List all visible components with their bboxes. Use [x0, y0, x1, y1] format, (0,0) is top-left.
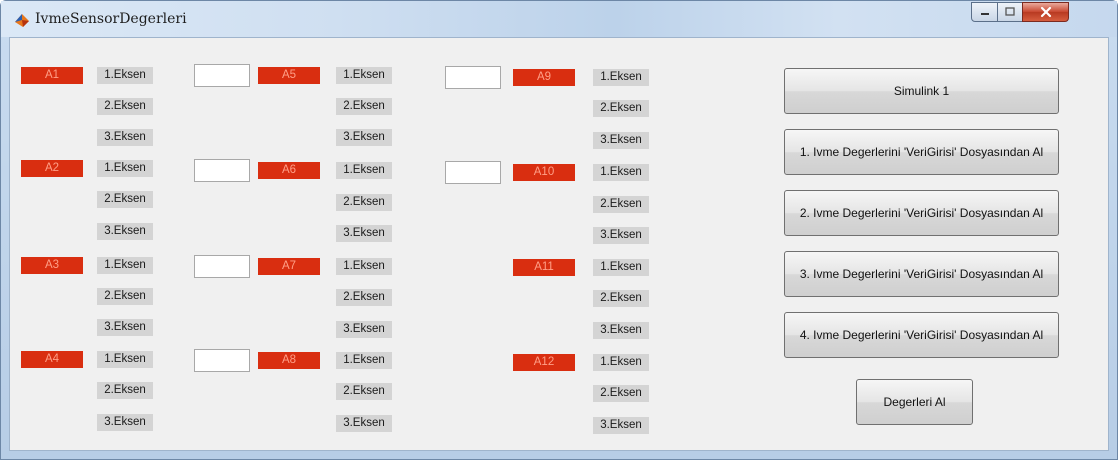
sensor-label-a10: A10: [513, 164, 575, 181]
axis-label-a12-3: 3.Eksen: [593, 417, 649, 434]
axis-label-a7-2: 2.Eksen: [336, 289, 392, 306]
axis-label-a4-3: 3.Eksen: [97, 414, 153, 431]
axis-label-a6-2: 2.Eksen: [336, 194, 392, 211]
axis-label-a10-3: 3.Eksen: [593, 227, 649, 244]
sensor-label-a4: A4: [21, 351, 83, 368]
value-box-a8[interactable]: [194, 349, 250, 372]
load-values-4-button[interactable]: 4. Ivme Degerlerini 'VeriGirisi' Dosyası…: [784, 312, 1059, 358]
axis-label-a9-3: 3.Eksen: [593, 132, 649, 149]
minimize-button[interactable]: [971, 2, 998, 22]
axis-label-a8-1: 1.Eksen: [336, 352, 392, 369]
axis-label-a10-1: 1.Eksen: [593, 164, 649, 181]
axis-label-a7-3: 3.Eksen: [336, 321, 392, 338]
axis-label-a2-2: 2.Eksen: [97, 191, 153, 208]
axis-label-a12-2: 2.Eksen: [593, 385, 649, 402]
minimize-icon: [980, 13, 989, 15]
sensor-label-a1: A1: [21, 67, 83, 84]
axis-label-a1-2: 2.Eksen: [97, 98, 153, 115]
axis-label-a8-2: 2.Eksen: [336, 383, 392, 400]
value-box-a9[interactable]: [445, 66, 501, 89]
sensor-label-a11: A11: [513, 259, 575, 276]
axis-label-a4-2: 2.Eksen: [97, 382, 153, 399]
close-button[interactable]: [1022, 2, 1069, 22]
load-values-3-button[interactable]: 3. Ivme Degerlerini 'VeriGirisi' Dosyası…: [784, 251, 1059, 297]
value-box-a5[interactable]: [194, 64, 250, 87]
sensor-label-a2: A2: [21, 160, 83, 177]
simulink-button[interactable]: Simulink 1: [784, 68, 1059, 114]
axis-label-a4-1: 1.Eksen: [97, 351, 153, 368]
axis-label-a5-2: 2.Eksen: [336, 98, 392, 115]
axis-label-a11-3: 3.Eksen: [593, 322, 649, 339]
sensor-label-a12: A12: [513, 354, 575, 371]
axis-label-a3-1: 1.Eksen: [97, 257, 153, 274]
maximize-button[interactable]: [997, 2, 1023, 22]
close-icon: [1040, 6, 1051, 18]
window-title: IvmeSensorDegerleri: [35, 11, 187, 27]
axis-label-a9-2: 2.Eksen: [593, 100, 649, 117]
load-values-1-button[interactable]: 1. Ivme Degerlerini 'VeriGirisi' Dosyası…: [784, 129, 1059, 175]
sensor-label-a9: A9: [513, 69, 575, 86]
sensor-label-a6: A6: [258, 162, 320, 179]
title-bar[interactable]: IvmeSensorDegerleri: [1, 1, 1117, 37]
load-values-2-button[interactable]: 2. Ivme Degerlerini 'VeriGirisi' Dosyası…: [784, 190, 1059, 236]
axis-label-a5-3: 3.Eksen: [336, 129, 392, 146]
axis-label-a2-1: 1.Eksen: [97, 160, 153, 177]
sensor-label-a3: A3: [21, 257, 83, 274]
axis-label-a6-3: 3.Eksen: [336, 225, 392, 242]
app-window: IvmeSensorDegerleri A1 1.Eksen 2.Eksen 3…: [0, 0, 1118, 460]
axis-label-a2-3: 3.Eksen: [97, 223, 153, 240]
sensor-label-a8: A8: [258, 352, 320, 369]
axis-label-a3-3: 3.Eksen: [97, 319, 153, 336]
axis-label-a10-2: 2.Eksen: [593, 196, 649, 213]
sensor-label-a7: A7: [258, 258, 320, 275]
matlab-icon: [15, 14, 29, 27]
axis-label-a8-3: 3.Eksen: [336, 415, 392, 432]
axis-label-a11-1: 1.Eksen: [593, 259, 649, 276]
axis-label-a5-1: 1.Eksen: [336, 67, 392, 84]
value-box-a10[interactable]: [445, 161, 501, 184]
maximize-icon: [1005, 7, 1015, 16]
value-box-a6[interactable]: [194, 159, 250, 182]
axis-label-a1-1: 1.Eksen: [97, 67, 153, 84]
axis-label-a12-1: 1.Eksen: [593, 354, 649, 371]
axis-label-a1-3: 3.Eksen: [97, 129, 153, 146]
axis-label-a6-1: 1.Eksen: [336, 162, 392, 179]
get-values-button[interactable]: Degerleri Al: [856, 379, 973, 425]
axis-label-a11-2: 2.Eksen: [593, 290, 649, 307]
axis-label-a9-1: 1.Eksen: [593, 69, 649, 86]
sensor-label-a5: A5: [258, 67, 320, 84]
axis-label-a3-2: 2.Eksen: [97, 288, 153, 305]
figure-panel: A1 1.Eksen 2.Eksen 3.Eksen A2 1.Eksen 2.…: [9, 37, 1109, 451]
value-box-a7[interactable]: [194, 255, 250, 278]
axis-label-a7-1: 1.Eksen: [336, 258, 392, 275]
